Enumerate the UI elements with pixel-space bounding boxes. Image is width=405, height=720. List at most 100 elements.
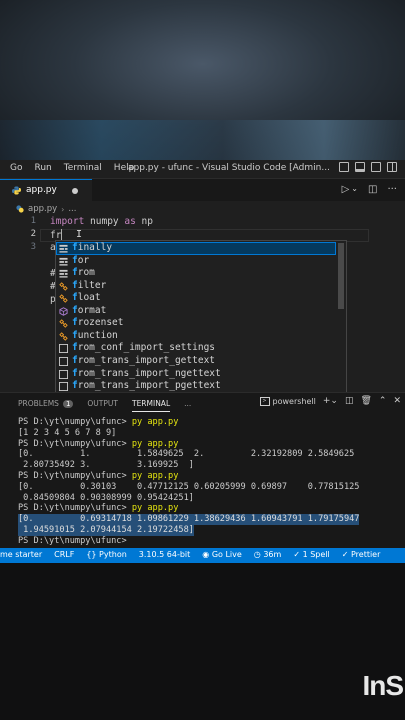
- snippet-icon: [59, 356, 68, 366]
- autocomplete-widget[interactable]: finally for from filter float format frozenset…: [55, 240, 347, 393]
- clock-icon: ◷: [253, 550, 264, 559]
- more-actions-icon[interactable]: ···: [387, 184, 397, 195]
- panel-tabs: PROBLEMS 1 OUTPUT TERMINAL ...: [18, 399, 205, 412]
- panel-more-icon[interactable]: ...: [184, 399, 191, 408]
- menu-go[interactable]: Go: [10, 163, 22, 173]
- code-line-1: 1 import numpy as np: [0, 216, 405, 229]
- window-title: app.py - ufunc - Visual Studio Code [Adm…: [128, 163, 330, 173]
- split-terminal-icon[interactable]: ◫: [345, 396, 354, 406]
- status-language[interactable]: {} Python: [86, 550, 126, 559]
- bottom-panel: PROBLEMS 1 OUTPUT TERMINAL ... > powershel…: [0, 392, 405, 551]
- new-terminal-icon[interactable]: +⌄: [323, 396, 338, 406]
- editor-actions: ▷ ⌄ ◫ ···: [342, 184, 397, 195]
- tab-problems[interactable]: PROBLEMS 1: [18, 399, 74, 408]
- close-panel-icon[interactable]: ✕: [393, 396, 401, 406]
- module-name: numpy: [84, 216, 125, 227]
- run-dropdown-icon[interactable]: ⌄: [351, 184, 358, 195]
- menu-bar: Go Run Terminal Help: [10, 163, 134, 173]
- suggestion-item[interactable]: from_conf_import_settings: [56, 342, 336, 355]
- terminal-line-selected: [0. 0.69314718 1.09861229 1.38629436 1.6…: [18, 514, 360, 525]
- panel-actions: > powershell +⌄ ◫ 🗑 ⌃ ✕: [259, 396, 401, 406]
- suggestion-label: filter: [72, 279, 107, 291]
- customize-layout-icon[interactable]: [387, 162, 397, 172]
- toggle-sidebar-icon[interactable]: [339, 162, 349, 172]
- suggestion-item[interactable]: from_trans_import_ngettext: [56, 368, 336, 381]
- terminal-icon: >: [259, 396, 270, 406]
- terminal-line: [0. 1. 1.5849625 2. 2.32192809 2.5849625: [18, 449, 355, 460]
- terminal-line: [0. 0.30103 0.47712125 0.60205999 0.6989…: [18, 481, 360, 492]
- terminal-line: PS D:\yt\numpy\ufunc> py app.py: [18, 417, 179, 427]
- breadcrumb-more[interactable]: ...: [68, 204, 76, 214]
- status-bar: me starter CRLF {} Python 3.10.5 64-bit …: [0, 548, 405, 563]
- tab-output[interactable]: OUTPUT: [87, 399, 118, 408]
- suggestion-item[interactable]: finally: [56, 242, 336, 255]
- terminal-line: [1 2 3 4 5 6 7 8 9]: [18, 427, 117, 438]
- snippet-icon: [59, 344, 68, 354]
- status-go-live[interactable]: ◉ Go Live: [202, 550, 242, 559]
- suggestion-label: from_trans_import_gettext: [72, 354, 216, 366]
- menu-run[interactable]: Run: [34, 163, 51, 173]
- snippet-icon: [59, 382, 68, 392]
- class-icon: [59, 294, 68, 303]
- alias-name: np: [135, 216, 153, 227]
- status-extension[interactable]: me starter: [0, 550, 42, 559]
- suggestion-label: from_trans_import_pgettext: [72, 380, 221, 392]
- maximize-panel-icon[interactable]: ⌃: [379, 396, 387, 406]
- run-icon[interactable]: ▷: [342, 184, 350, 195]
- suggest-scrollbar[interactable]: [338, 243, 344, 309]
- text-cursor: [61, 229, 63, 240]
- watermark-logo: InS: [362, 670, 404, 701]
- terminal-line: 0.84509804 0.90308999 0.95424251]: [18, 492, 194, 503]
- suggestion-label: from_conf_import_settings: [72, 342, 216, 354]
- vscode-window: Go Run Terminal Help app.py - ufunc - Vi…: [0, 160, 405, 563]
- chevron-right-icon: ›: [61, 204, 65, 214]
- toggle-secondary-sidebar-icon[interactable]: [371, 162, 381, 172]
- suggestion-item[interactable]: from: [56, 267, 336, 280]
- line-number: 1: [30, 216, 36, 226]
- split-editor-icon[interactable]: ◫: [368, 184, 377, 195]
- class-icon: [59, 281, 68, 291]
- status-spell[interactable]: ✓ 1 Spell: [293, 550, 329, 559]
- status-interpreter[interactable]: 3.10.5 64-bit: [139, 550, 191, 559]
- suggestion-label: function: [72, 329, 118, 341]
- mouse-ibeam-icon: I: [76, 229, 83, 240]
- status-prettier[interactable]: ✓ Prettier: [342, 550, 381, 559]
- keyword-import: import: [50, 216, 85, 227]
- suggestion-label: finally: [72, 242, 113, 253]
- keyword-icon: [59, 244, 68, 253]
- blurred-background-top: [0, 0, 405, 160]
- trash-icon[interactable]: 🗑: [360, 396, 371, 406]
- suggestion-item[interactable]: format: [56, 305, 336, 318]
- check-double-icon: ✓: [341, 550, 351, 559]
- suggestion-item[interactable]: for: [56, 255, 336, 268]
- layout-controls: [339, 162, 397, 172]
- problems-count-badge: 1: [62, 400, 74, 408]
- terminal-line: PS D:\yt\numpy\ufunc> py app.py: [18, 438, 179, 449]
- line-number: 2: [30, 229, 36, 239]
- suggestion-item[interactable]: filter: [56, 280, 336, 293]
- suggestion-item[interactable]: frozenset: [56, 317, 336, 330]
- terminal-line-selected: 1.94591015 2.07944154 2.19722458]: [18, 524, 194, 536]
- suggestion-item[interactable]: from_trans_import_pgettext: [56, 380, 336, 393]
- braces-icon: {}: [86, 550, 100, 559]
- tab-app-py[interactable]: app.py: [0, 179, 92, 201]
- toggle-panel-icon[interactable]: [355, 162, 365, 172]
- terminal-output[interactable]: PS D:\yt\numpy\ufunc> py app.py [1 2 3 4…: [18, 417, 405, 547]
- suggestion-item[interactable]: function: [56, 330, 336, 343]
- menu-terminal[interactable]: Terminal: [64, 163, 102, 173]
- line-number: 3: [30, 242, 36, 252]
- breadcrumb-file[interactable]: app.py: [28, 204, 57, 214]
- unsaved-dot-icon[interactable]: [72, 188, 78, 194]
- shell-selector[interactable]: > powershell: [259, 396, 316, 406]
- blurred-background-bottom: [0, 563, 405, 720]
- suggestion-label: from: [72, 267, 95, 279]
- status-eol[interactable]: CRLF: [54, 550, 74, 559]
- suggestion-item[interactable]: from_trans_import_gettext: [56, 355, 336, 368]
- tab-label: app.py: [26, 185, 57, 195]
- breadcrumb: app.py › ...: [16, 204, 76, 214]
- suggestion-label: float: [72, 292, 101, 304]
- python-file-icon: [12, 186, 21, 195]
- status-time[interactable]: ◷ 36m: [254, 550, 282, 559]
- tab-terminal[interactable]: TERMINAL: [131, 399, 171, 412]
- suggestion-item[interactable]: float: [56, 292, 336, 305]
